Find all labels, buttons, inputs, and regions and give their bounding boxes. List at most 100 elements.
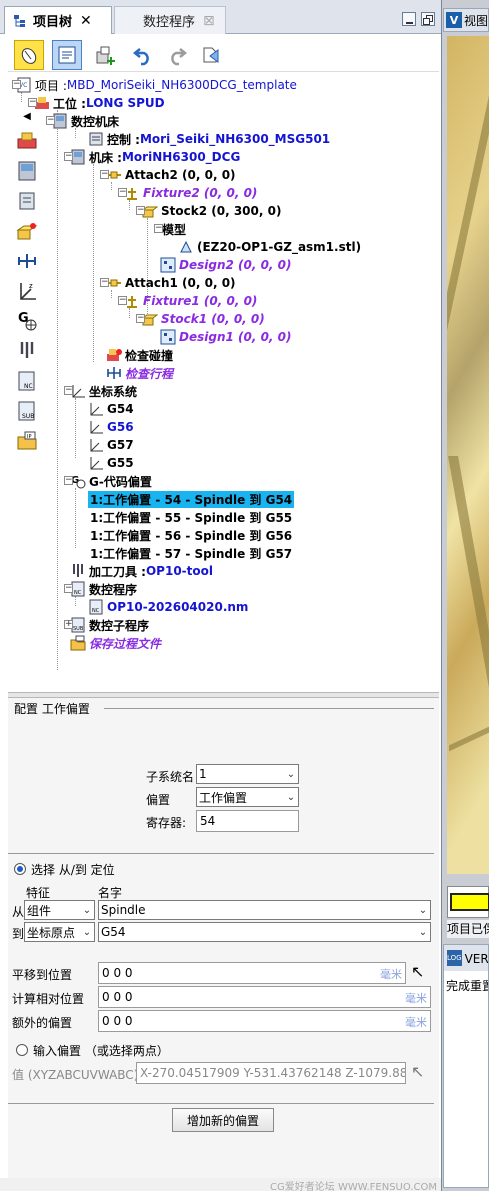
tree-collision[interactable]: 检查碰撞 xyxy=(106,346,173,364)
value-input[interactable]: X-270.04517909 Y-531.43762148 Z-1079.886… xyxy=(136,1062,406,1084)
axis-icon xyxy=(90,403,103,416)
design-icon xyxy=(160,257,176,273)
tree-machine[interactable]: − 机床 : MoriNH6300_DCG xyxy=(64,148,240,166)
tree-csys-g55[interactable]: G55 xyxy=(88,454,134,472)
subsystem-select[interactable]: 1 ⌄ xyxy=(196,764,299,784)
restore-icon[interactable] xyxy=(421,12,435,26)
form-icon xyxy=(58,46,76,64)
stl-model-icon xyxy=(180,240,192,253)
from-name-select[interactable]: Spindle ⌄ xyxy=(98,900,431,920)
tree-gcode-offsets[interactable]: − G G-代码偏置 xyxy=(64,472,152,490)
tree-design2[interactable]: Design2 (0, 0, 0) xyxy=(160,256,292,274)
tree-stock2[interactable]: − Stock2 (0, 300, 0) xyxy=(136,202,281,220)
subsystem-label: 子系统名 xyxy=(146,770,195,784)
tree-attach1[interactable]: − Attach1 (0, 0, 0) xyxy=(100,274,236,292)
add-new-offset-button[interactable]: 增加新的偏置 xyxy=(172,1108,274,1132)
tree-fixture1[interactable]: − Fixture1 (0, 0, 0) xyxy=(118,292,257,310)
offset-select[interactable]: 工作偏置 ⌄ xyxy=(196,787,299,807)
view-window-title[interactable]: V 视图 xyxy=(443,8,489,32)
to-feature-select[interactable]: 坐标原点 ⌄ xyxy=(24,922,95,942)
log-body: 完成重置 xyxy=(446,979,488,993)
input-offset-label: 输入偏置 （或选择两点） xyxy=(33,1044,169,1058)
undo-button[interactable] xyxy=(128,40,158,70)
tree-project[interactable]: − VC 项目 : MBD_MoriSeiki_NH6300DCG_template xyxy=(12,76,297,94)
to-label: 到 xyxy=(12,927,25,941)
tab-project-tree[interactable]: 项目树 ✕ xyxy=(4,6,112,34)
tree-model[interactable]: − 模型 xyxy=(154,220,186,238)
tree-model-file[interactable]: (EZ20-OP1-GZ_asm1.stl) xyxy=(178,238,361,256)
tool-icon xyxy=(73,564,83,577)
divider xyxy=(8,1103,434,1104)
nc-file-icon: NC xyxy=(89,599,103,615)
log-title: VERICUT 日志 xyxy=(464,951,488,966)
radio-select-from-to[interactable] xyxy=(14,863,26,875)
unit-label: 毫米 xyxy=(380,968,402,981)
tree-nc-file[interactable]: NC OP10-202604020.nm xyxy=(88,598,248,616)
mouse-icon xyxy=(21,48,37,64)
tree-attach2[interactable]: − Attach2 (0, 0, 0) xyxy=(100,166,236,184)
tree-csys-g57[interactable]: G57 xyxy=(88,436,134,454)
translate-input[interactable]: 0 0 0 xyxy=(98,962,406,984)
register-label: 寄存器: xyxy=(146,816,187,830)
svg-text:NC: NC xyxy=(74,590,82,596)
offset-label: 偏置 xyxy=(146,793,171,807)
tree-tooling[interactable]: 加工刀具 : OP10-tool xyxy=(70,562,213,580)
feature-header: 特征 xyxy=(26,886,51,900)
tab-nc-program[interactable]: 数控程序 ⊠ xyxy=(114,6,226,34)
close-icon[interactable]: ✕ xyxy=(80,13,92,29)
tree-offset-g56[interactable]: 1:工作偏置 - 56 - Spindle 到 G56 xyxy=(88,526,292,544)
close-icon[interactable]: ⊠ xyxy=(203,13,215,29)
view-tab-label: 视图 xyxy=(464,13,489,28)
value-label: 值 (XYZABCUVWABC): xyxy=(12,1068,143,1082)
calc-relative-input[interactable]: 0 0 0 xyxy=(98,986,431,1008)
3d-view[interactable] xyxy=(447,36,489,874)
select-mouse-button[interactable] xyxy=(14,40,44,70)
undo-icon xyxy=(132,48,149,66)
tree-csys-g54[interactable]: G54 xyxy=(88,400,134,418)
tree-offset-g57[interactable]: 1:工作偏置 - 57 - Spindle 到 G57 xyxy=(88,544,292,562)
add-component-button[interactable] xyxy=(90,40,120,70)
tree-setup[interactable]: − 工位 : LONG SPUD xyxy=(28,94,165,112)
tree-subroutines[interactable]: + SUB 数控子程序 xyxy=(64,616,149,634)
tree-nc-programs[interactable]: − NC 数控程序 xyxy=(64,580,137,598)
folder-icon xyxy=(70,635,86,651)
printer-icon xyxy=(203,47,219,63)
add-icon xyxy=(96,46,115,65)
project-toolbar xyxy=(8,36,439,72)
axis-icon xyxy=(90,457,103,470)
tree-stock1[interactable]: − Stock1 (0, 0, 0) xyxy=(136,310,265,328)
tree-save-process[interactable]: 保存过程文件 xyxy=(70,634,161,652)
minimize-icon[interactable] xyxy=(402,12,416,26)
redo-button[interactable] xyxy=(162,40,192,70)
chevron-down-icon: ⌄ xyxy=(418,904,428,916)
properties-button[interactable] xyxy=(52,40,82,70)
tree-icon xyxy=(14,14,25,27)
tree-control[interactable]: 控制 : Mori_Seiki_NH6300_MSG501 xyxy=(88,130,330,148)
tree-travel[interactable]: 检查行程 xyxy=(106,364,173,382)
tree-offset-g55[interactable]: 1:工作偏置 - 55 - Spindle 到 G55 xyxy=(88,508,292,526)
chevron-down-icon: ⌄ xyxy=(286,791,296,803)
tree-offset-g54[interactable]: 1:工作偏置 - 54 - Spindle 到 G54 xyxy=(88,490,295,508)
pick-cursor-icon[interactable]: ↖ xyxy=(411,962,424,981)
tree-cnc-machine[interactable]: − 数控机床 xyxy=(46,112,119,130)
divider xyxy=(8,853,434,854)
extra-offset-input[interactable]: 0 0 0 xyxy=(98,1010,431,1032)
tree-design1[interactable]: Design1 (0, 0, 0) xyxy=(160,328,292,346)
translate-label: 平移到位置 xyxy=(12,968,73,982)
status-text: 项目已保存 xyxy=(447,920,489,938)
pick-cursor-icon[interactable]: ↖ xyxy=(411,1062,424,1081)
tab-project-tree-label: 项目树 xyxy=(33,15,73,30)
radio-input-offset[interactable] xyxy=(16,1044,28,1056)
from-feature-select[interactable]: 组件 ⌄ xyxy=(24,900,95,920)
unit-label: 毫米 xyxy=(405,992,427,1005)
register-input[interactable]: 54 xyxy=(196,810,299,832)
tab-bar: 项目树 ✕ 数控程序 ⊠ xyxy=(0,0,441,34)
config-panel: 配置 工作偏置 子系统名 1 ⌄ 偏置 工作偏置 ⌄ 寄存器: 54 选择 从/到 … xyxy=(8,698,439,1178)
tree-coordinate-systems[interactable]: − 坐标系统 xyxy=(64,382,137,400)
extra-offset-label: 额外的偏置 xyxy=(12,1016,73,1030)
print-button[interactable] xyxy=(196,40,226,70)
tree-fixture2[interactable]: − Fixture2 (0, 0, 0) xyxy=(118,184,257,202)
tree-csys-g56[interactable]: G56 xyxy=(88,418,134,436)
log-header[interactable]: LOGVERICUT 日志 xyxy=(444,945,488,971)
to-name-select[interactable]: G54 ⌄ xyxy=(98,922,431,942)
